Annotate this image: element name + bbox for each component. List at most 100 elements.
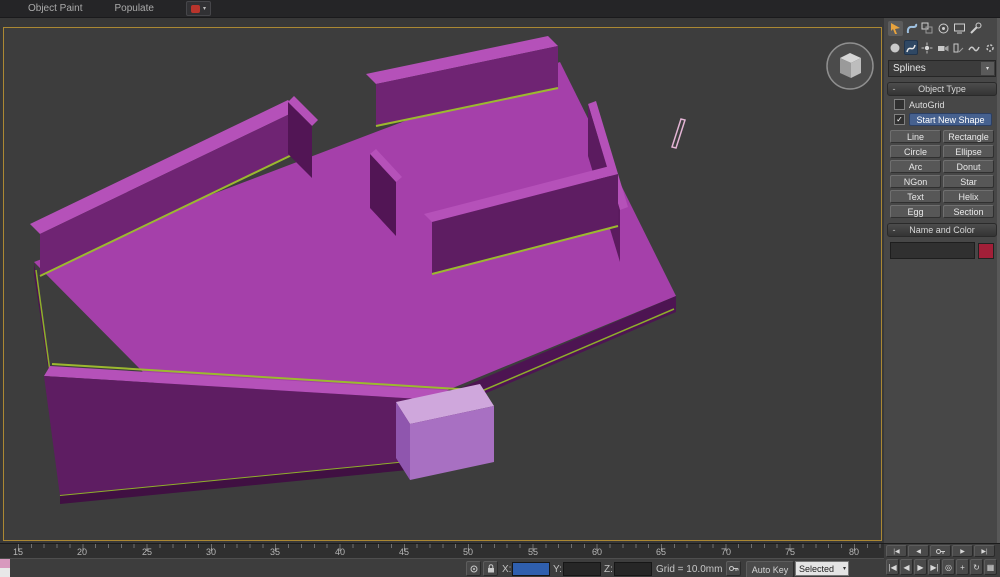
chevron-down-icon[interactable]: ▾	[981, 62, 994, 75]
z-coordinate-field[interactable]	[614, 562, 652, 576]
autogrid-checkbox[interactable]	[894, 99, 905, 110]
status-bar: X: Y: Z: Grid = 10.0mm Auto Key Selected…	[0, 558, 884, 577]
track-bar[interactable]: 15 20 25 30 35 40 45 50 55 60 65 70 75 8…	[0, 543, 884, 558]
isolate-selection-toggle[interactable]	[466, 561, 481, 576]
object-name-input[interactable]	[890, 242, 975, 259]
spline-rectangle[interactable]	[672, 119, 685, 148]
ellipse-button[interactable]: Ellipse	[943, 145, 994, 158]
paint-brush-icon	[191, 5, 200, 13]
start-new-shape-checkbox[interactable]: ✓	[894, 114, 905, 125]
go-to-start-button[interactable]: |◀	[886, 559, 899, 575]
helpers-icon	[952, 42, 964, 54]
orbit-icon[interactable]: ↻	[970, 559, 983, 575]
go-to-end-button[interactable]: ▶|	[928, 559, 941, 575]
create-icon	[889, 22, 902, 35]
frame-number: 30	[206, 547, 216, 557]
helpers-subtab[interactable]	[951, 40, 966, 55]
x-coordinate-field[interactable]	[512, 562, 550, 576]
geometry-icon	[889, 42, 901, 54]
egg-button[interactable]: Egg	[890, 205, 941, 218]
maxscript-mini-listener-white[interactable]	[0, 568, 10, 577]
motion-tab[interactable]	[936, 21, 951, 36]
shape-category-dropdown[interactable]: Splines ▾	[888, 60, 996, 77]
key-filter-dropdown[interactable]: Selected ▾	[795, 561, 849, 576]
modify-icon	[905, 22, 918, 35]
frame-number: 80	[849, 547, 859, 557]
previous-key-button[interactable]: ◀	[908, 545, 929, 557]
zoom-icon[interactable]: ◎	[942, 559, 955, 575]
lights-subtab[interactable]	[919, 40, 934, 55]
name-color-rollout-header[interactable]: - Name and Color	[887, 223, 997, 237]
object-type-button-grid: Line Rectangle Circle Ellipse Arc Donut …	[884, 126, 1000, 218]
arc-button[interactable]: Arc	[890, 160, 941, 173]
key-filter-value: Selected	[796, 564, 843, 574]
cameras-icon	[937, 42, 949, 54]
go-to-start-button[interactable]: |◀	[886, 545, 907, 557]
rectangle-button[interactable]: Rectangle	[943, 130, 994, 143]
object-color-swatch[interactable]	[978, 243, 994, 259]
shapes-icon	[905, 42, 917, 54]
go-to-end-button[interactable]: ▶|	[974, 545, 995, 557]
systems-icon	[984, 42, 996, 54]
pan-icon[interactable]: +	[956, 559, 969, 575]
ribbon-tab-populate[interactable]: Populate	[114, 3, 153, 14]
play-animation-button[interactable]: ▶	[914, 559, 927, 575]
lights-icon	[921, 42, 933, 54]
space-warps-subtab[interactable]	[967, 40, 982, 55]
x-coordinate-label: X:	[502, 564, 511, 575]
selection-lock-toggle[interactable]	[483, 561, 498, 576]
key-step-controls: |◀ ◀ ▶ ▶|	[886, 545, 995, 557]
key-icon	[728, 563, 739, 574]
maxscript-mini-listener-pink[interactable]	[0, 559, 10, 568]
frame-number: 70	[721, 547, 731, 557]
chevron-down-icon: ▾	[843, 565, 848, 572]
utilities-icon	[969, 22, 982, 35]
ngon-button[interactable]: NGon	[890, 175, 941, 188]
frame-number: 45	[399, 547, 409, 557]
frame-number: 60	[592, 547, 602, 557]
motion-icon	[937, 22, 950, 35]
grid-size-readout: Grid = 10.0mm	[656, 564, 722, 575]
modify-tab[interactable]	[904, 21, 919, 36]
cameras-subtab[interactable]	[935, 40, 950, 55]
shape-category-value: Splines	[889, 62, 981, 75]
space-warps-icon	[968, 42, 980, 54]
shapes-subtab[interactable]	[904, 40, 919, 55]
ribbon-tab-object-paint[interactable]: Object Paint	[28, 3, 82, 14]
frame-number: 20	[77, 547, 87, 557]
maximize-viewport-icon[interactable]: ▦	[984, 559, 997, 575]
text-button[interactable]: Text	[890, 190, 941, 203]
set-key-button[interactable]	[726, 561, 741, 576]
z-coordinate-label: Z:	[604, 564, 613, 575]
circle-button[interactable]: Circle	[890, 145, 941, 158]
collapse-icon: -	[888, 225, 900, 235]
command-panel-tabs	[884, 18, 1000, 37]
ribbon-brush-dropdown[interactable]: ▾	[186, 1, 211, 16]
hierarchy-tab[interactable]	[920, 21, 935, 36]
create-subcategories	[884, 37, 1000, 56]
section-button[interactable]: Section	[943, 205, 994, 218]
create-tab[interactable]	[888, 21, 903, 36]
rollout-title: Name and Color	[900, 225, 996, 235]
viewcube[interactable]	[827, 43, 873, 89]
donut-button[interactable]: Donut	[943, 160, 994, 173]
systems-subtab[interactable]	[982, 40, 997, 55]
key-icon	[935, 546, 946, 557]
y-coordinate-field[interactable]	[563, 562, 601, 576]
auto-key-button[interactable]: Auto Key	[746, 561, 794, 577]
object-type-rollout-header[interactable]: - Object Type	[887, 82, 997, 96]
star-button[interactable]: Star	[943, 175, 994, 188]
scene-canvas[interactable]	[4, 28, 881, 540]
start-new-shape-button[interactable]: Start New Shape	[909, 113, 992, 126]
chevron-down-icon: ▾	[203, 6, 206, 12]
perspective-viewport[interactable]	[3, 27, 882, 541]
floor-plan-spline-object[interactable]	[30, 36, 676, 504]
key-mode-toggle[interactable]	[930, 545, 951, 557]
geometry-subtab[interactable]	[888, 40, 903, 55]
helix-button[interactable]: Helix	[943, 190, 994, 203]
line-button[interactable]: Line	[890, 130, 941, 143]
utilities-tab[interactable]	[968, 21, 983, 36]
display-tab[interactable]	[952, 21, 967, 36]
next-key-button[interactable]: ▶	[952, 545, 973, 557]
previous-frame-button[interactable]: ◀	[900, 559, 913, 575]
